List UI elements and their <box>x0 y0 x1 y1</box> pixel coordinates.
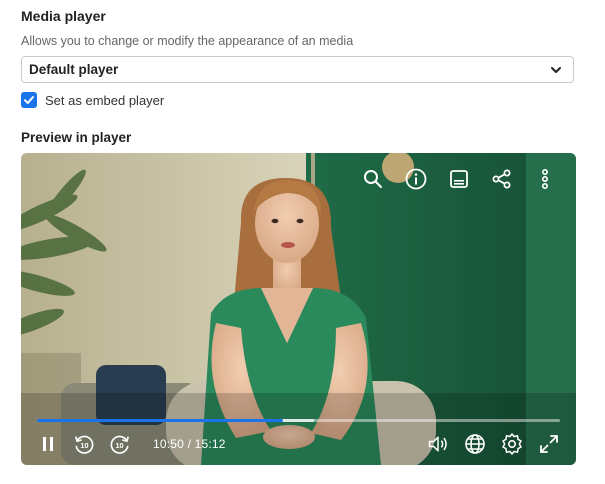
fullscreen-icon <box>540 435 558 453</box>
settings-icon <box>502 433 522 455</box>
more-vertical-icon <box>541 168 549 190</box>
share-icon <box>492 169 511 189</box>
player-top-controls <box>362 168 556 190</box>
progress-bar[interactable] <box>37 419 560 422</box>
embed-player-checkbox[interactable] <box>21 92 37 108</box>
volume-icon <box>428 436 447 452</box>
pause-button[interactable] <box>37 433 59 455</box>
player-bottom-controls: 10 10 10:50 / 15:12 <box>37 431 560 457</box>
media-player-description: Allows you to change or modify the appea… <box>21 34 354 48</box>
forward-10-label: 10 <box>115 441 123 450</box>
preview-title: Preview in player <box>21 130 132 145</box>
video-player[interactable]: 10 10 10:50 / 15:12 <box>21 153 576 465</box>
search-button[interactable] <box>362 168 384 190</box>
rewind-10-icon: 10 <box>74 435 94 454</box>
info-icon <box>405 168 427 190</box>
share-button[interactable] <box>491 168 513 190</box>
media-player-title: Media player <box>21 8 106 24</box>
language-button[interactable] <box>464 433 486 455</box>
search-icon <box>364 170 382 188</box>
player-select[interactable]: Default player <box>21 56 574 83</box>
settings-button[interactable] <box>501 433 523 455</box>
subtitles-icon <box>450 170 468 188</box>
checkmark-icon <box>24 96 34 104</box>
fullscreen-button[interactable] <box>538 433 560 455</box>
rewind-10-label: 10 <box>80 441 88 450</box>
progress-played <box>37 419 283 422</box>
more-options-button[interactable] <box>534 168 556 190</box>
chevron-down-icon <box>551 66 561 73</box>
volume-button[interactable] <box>427 433 449 455</box>
player-select-value: Default player <box>29 62 119 77</box>
subtitles-button[interactable] <box>448 168 470 190</box>
forward-button[interactable]: 10 <box>109 433 131 455</box>
rewind-button[interactable]: 10 <box>73 433 95 455</box>
forward-10-icon: 10 <box>110 435 130 454</box>
time-display: 10:50 / 15:12 <box>153 437 226 451</box>
embed-player-label: Set as embed player <box>45 92 165 108</box>
globe-icon <box>465 434 485 454</box>
embed-player-option[interactable]: Set as embed player <box>21 92 164 108</box>
info-button[interactable] <box>405 168 427 190</box>
pause-icon <box>43 437 53 451</box>
